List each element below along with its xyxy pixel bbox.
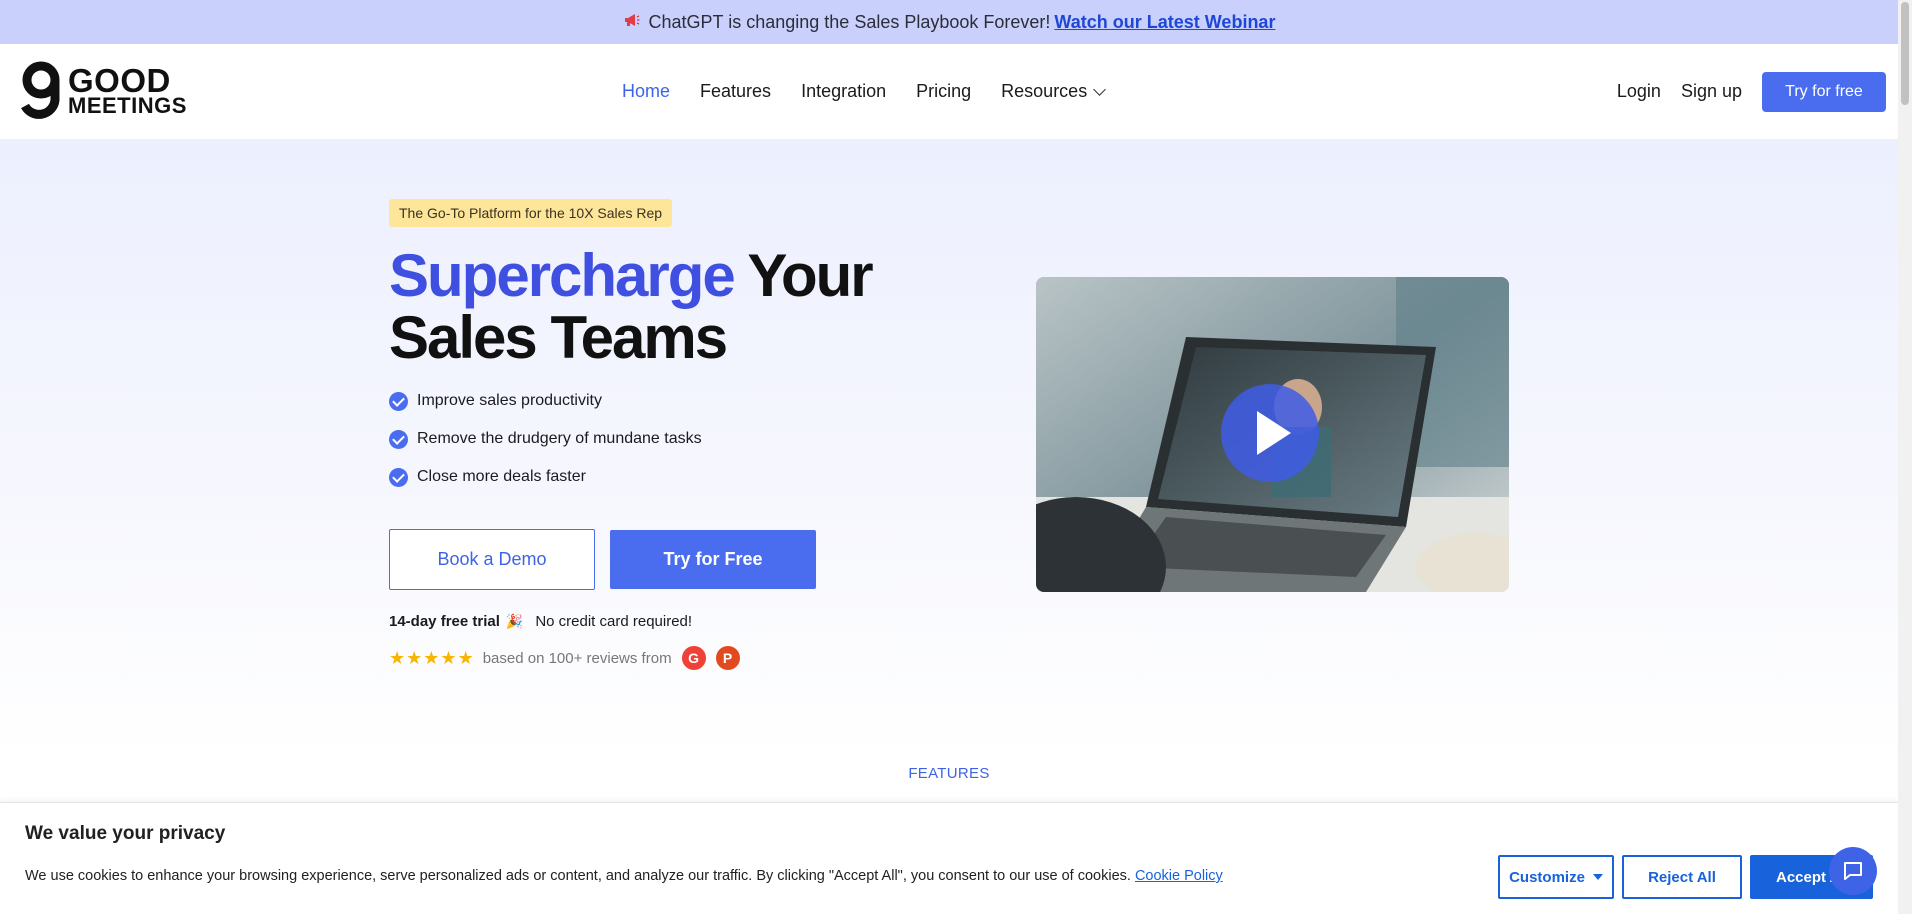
try-for-free-button[interactable]: Try for Free	[610, 530, 816, 589]
logo-wordmark: GOOD MEETINGS	[68, 61, 187, 119]
cookie-policy-link[interactable]: Cookie Policy	[1135, 868, 1223, 884]
star-icon: ★	[457, 647, 474, 668]
hero-section	[0, 139, 1898, 759]
logo-g-icon	[21, 61, 60, 119]
main-nav: Home Features Integration Pricing Resour…	[622, 44, 1134, 139]
cookie-body: We use cookies to enhance your browsing …	[25, 868, 1223, 884]
benefit-item: Remove the drudgery of mundane tasks	[389, 428, 702, 450]
star-icon: ★	[423, 647, 440, 668]
megaphone-icon	[623, 12, 641, 33]
logo[interactable]: GOOD MEETINGS	[20, 60, 187, 122]
check-circle-icon	[389, 391, 408, 411]
navbar: GOOD MEETINGS Home Features Integration …	[0, 44, 1898, 139]
star-icon: ★	[440, 647, 457, 668]
check-circle-icon	[389, 429, 408, 449]
logo-line-meetings: MEETINGS	[68, 93, 187, 119]
trial-length: 14-day free trial	[389, 613, 500, 630]
headline-accent: Supercharge	[389, 242, 736, 309]
customize-label: Customize	[1509, 868, 1585, 886]
benefit-text: Close more deals faster	[417, 468, 586, 485]
no-credit-card-text: No credit card required!	[535, 613, 693, 630]
nav-actions: Login Sign up Try for free	[1617, 44, 1886, 139]
book-demo-button[interactable]: Book a Demo	[389, 529, 595, 590]
announcement-bar: ChatGPT is changing the Sales Playbook F…	[0, 0, 1898, 44]
cookie-body-text: We use cookies to enhance your browsing …	[25, 868, 1131, 884]
chat-bubble-icon	[1844, 862, 1862, 880]
nav-resources-label: Resources	[1001, 81, 1088, 101]
product-hunt-logo-icon[interactable]: P	[715, 646, 740, 670]
features-section-label: FEATURES	[908, 765, 990, 782]
nav-pricing[interactable]: Pricing	[916, 81, 971, 102]
trial-info: 14-day free trial 🎉 No credit card requi…	[389, 613, 692, 630]
cookie-title: We value your privacy	[25, 823, 226, 844]
star-icon: ★	[406, 647, 423, 668]
benefit-item: Close more deals faster	[389, 466, 702, 488]
hero-headline: Supercharge Your Sales Teams	[389, 242, 874, 371]
nav-integration[interactable]: Integration	[801, 81, 886, 102]
g2-logo-icon[interactable]: G	[681, 646, 706, 670]
benefit-text: Remove the drudgery of mundane tasks	[417, 430, 702, 447]
benefit-text: Improve sales productivity	[417, 392, 602, 409]
webinar-link[interactable]: Watch our Latest Webinar	[1054, 12, 1275, 33]
nav-home[interactable]: Home	[622, 81, 670, 102]
nav-resources[interactable]: Resources	[1001, 81, 1107, 102]
headline-part-2: Sales Teams	[389, 304, 728, 371]
reviews-row: ★ ★ ★ ★ ★ based on 100+ reviews from G P	[389, 646, 750, 670]
nav-features[interactable]: Features	[700, 81, 771, 102]
reject-all-button[interactable]: Reject All	[1622, 855, 1742, 899]
customize-button[interactable]: Customize	[1498, 855, 1614, 899]
login-link[interactable]: Login	[1617, 81, 1661, 102]
benefit-item: Improve sales productivity	[389, 390, 702, 412]
hero-tagline-badge: The Go-To Platform for the 10X Sales Rep	[389, 199, 673, 227]
chat-launcher-icon[interactable]	[1829, 847, 1877, 895]
headline-part-1: Your	[747, 242, 873, 309]
announcement-text: ChatGPT is changing the Sales Playbook F…	[648, 11, 1051, 32]
reviews-text: based on 100+ reviews from	[482, 649, 672, 667]
party-popper-icon: 🎉	[505, 613, 524, 629]
chevron-down-icon	[1093, 82, 1107, 96]
star-icon: ★	[389, 647, 406, 668]
try-for-free-nav-button[interactable]: Try for free	[1762, 71, 1886, 112]
cookie-consent-banner: We value your privacy We use cookies to …	[0, 802, 1898, 914]
logo-line-good: GOOD	[68, 61, 171, 99]
scrollbar-thumb[interactable]	[1901, 2, 1909, 105]
check-circle-icon	[389, 467, 408, 487]
play-icon[interactable]	[1221, 384, 1319, 482]
caret-down-icon	[1592, 874, 1603, 880]
signup-link[interactable]: Sign up	[1681, 81, 1742, 102]
page-scrollbar[interactable]	[1898, 0, 1912, 914]
hero-video-thumbnail[interactable]	[1036, 277, 1509, 592]
benefit-list: Improve sales productivity Remove the dr…	[389, 390, 702, 504]
